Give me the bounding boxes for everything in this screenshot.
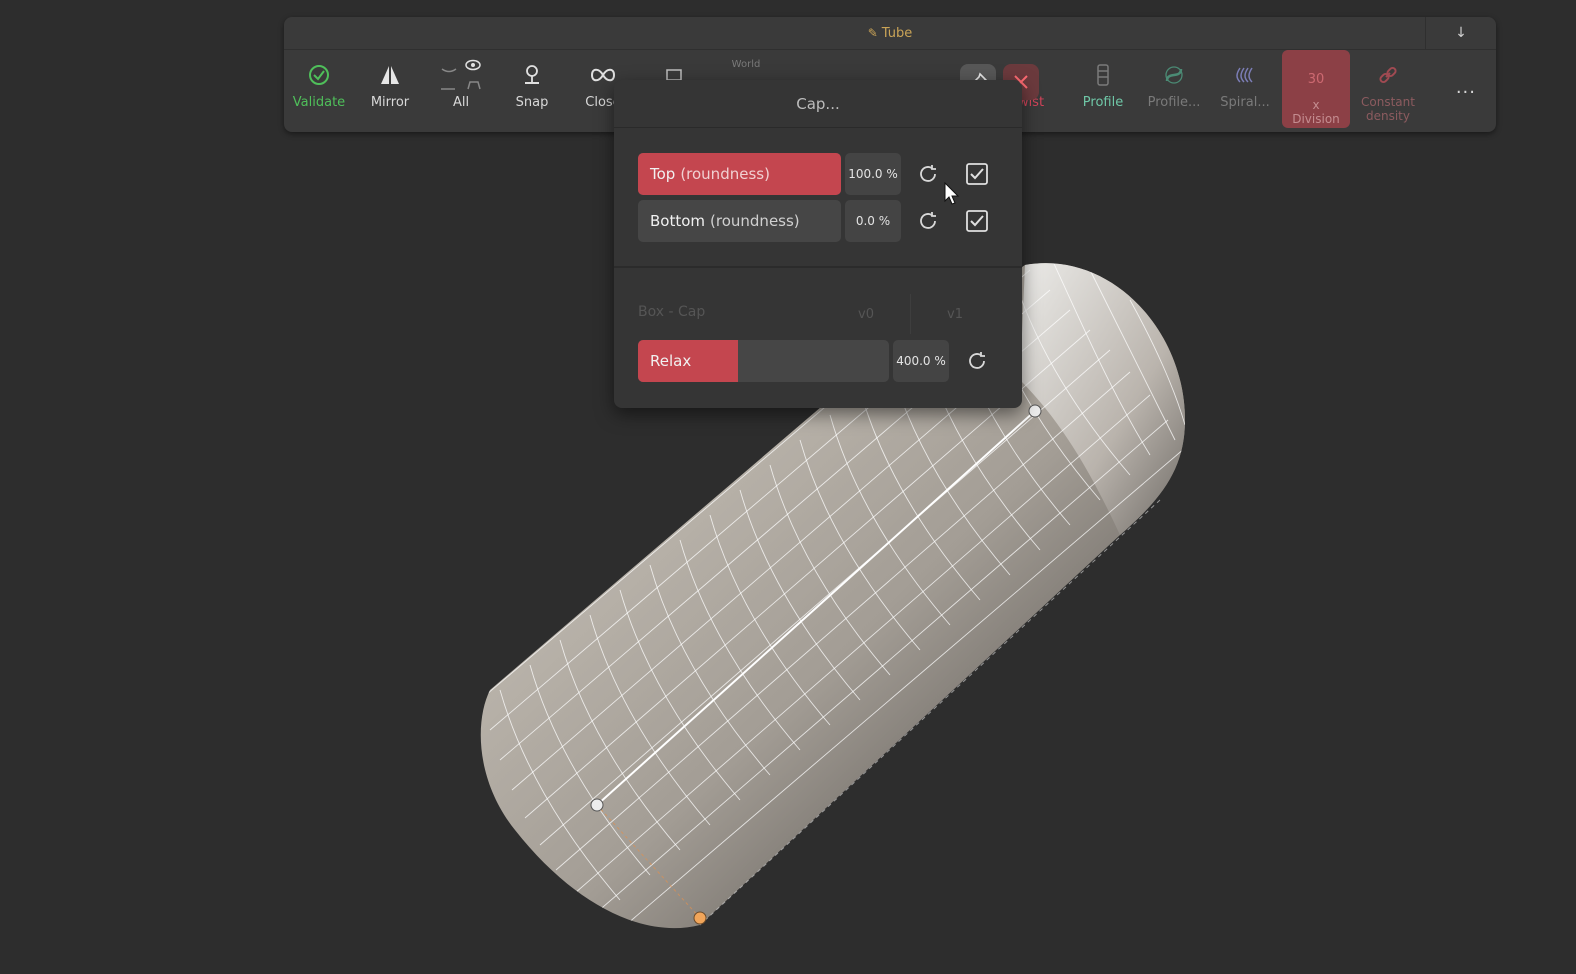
mirror-button[interactable]: Mirror xyxy=(358,55,422,137)
bottom-name: Bottom xyxy=(650,212,706,230)
box-cap-row: Box - Cap v0 v1 xyxy=(638,294,998,334)
division-value: 30 xyxy=(1307,72,1325,87)
constant-density-button[interactable]: Constant density xyxy=(1356,55,1420,137)
bottom-checkbox[interactable] xyxy=(965,209,989,233)
top-suffix: (roundness) xyxy=(680,165,770,183)
top-roundness-label: Top (roundness) xyxy=(650,153,770,195)
spline-point-end[interactable] xyxy=(1028,404,1042,418)
pencil-icon: ✎ xyxy=(867,26,878,40)
checkbox-checked-icon xyxy=(966,210,988,232)
mirror-icon xyxy=(378,55,402,95)
arrow-down-icon: ↓ xyxy=(1455,25,1467,41)
reset-icon xyxy=(969,352,985,369)
visibility-all-button[interactable]: All xyxy=(429,55,493,137)
box-cap-v0: v0 xyxy=(858,306,874,322)
all-label: All xyxy=(452,95,470,110)
profile-label: Profile xyxy=(1082,95,1124,110)
snap-label: Snap xyxy=(515,95,549,110)
division-button[interactable]: 30 x Division xyxy=(1282,50,1350,128)
box-cap-label: Box - Cap xyxy=(638,304,706,320)
more-options-button[interactable]: ... xyxy=(1456,77,1476,98)
mouse-cursor-icon xyxy=(944,181,960,210)
reset-icon xyxy=(920,165,936,182)
bottom-roundness-value[interactable]: 0.0 % xyxy=(845,200,901,242)
profile-icon xyxy=(1094,55,1112,95)
cap-popup: Cap... Top (roundness) 100.0 % Bottom (r… xyxy=(614,80,1022,408)
top-checkbox[interactable] xyxy=(965,162,989,186)
spline-point-start[interactable] xyxy=(590,798,604,812)
constant-density-label: Constant density xyxy=(1361,95,1415,123)
checkbox-checked-icon xyxy=(966,163,988,185)
box-cap-v1: v1 xyxy=(910,294,999,334)
bottom-reset-button[interactable] xyxy=(915,208,941,234)
spiral-icon xyxy=(1234,55,1256,95)
top-roundness-slider[interactable]: Top (roundness) xyxy=(638,153,841,195)
bottom-roundness-label: Bottom (roundness) xyxy=(650,200,800,242)
spiral-button[interactable]: Spiral... xyxy=(1213,55,1277,137)
spline-point-control[interactable] xyxy=(693,911,707,925)
snap-button[interactable]: Snap xyxy=(500,55,564,137)
section-divider xyxy=(614,266,1022,268)
eye-icon xyxy=(435,55,487,95)
popup-title: Cap... xyxy=(614,80,1022,128)
reset-icon xyxy=(920,212,936,229)
profile-shape-label: Profile... xyxy=(1147,95,1201,110)
check-circle-icon xyxy=(308,55,330,95)
bottom-roundness-slider[interactable]: Bottom (roundness) xyxy=(638,200,841,242)
mirror-label: Mirror xyxy=(370,95,410,110)
bottom-suffix: (roundness) xyxy=(710,212,800,230)
relax-slider[interactable]: Relax xyxy=(638,340,889,382)
relax-label: Relax xyxy=(650,352,692,370)
validate-label: Validate xyxy=(292,95,346,110)
top-roundness-value[interactable]: 100.0 % xyxy=(845,153,901,195)
world-label: World xyxy=(731,59,761,70)
top-name: Top xyxy=(650,165,676,183)
profile-button[interactable]: Profile xyxy=(1071,55,1135,137)
infinity-icon xyxy=(589,55,617,95)
toolbar-title-text: Tube xyxy=(881,25,913,41)
profile-shape-icon xyxy=(1162,55,1186,95)
toolbar-title: ✎ Tube xyxy=(284,17,1496,50)
relax-reset-button[interactable] xyxy=(964,348,990,374)
spiral-label: Spiral... xyxy=(1220,95,1270,110)
link-icon xyxy=(1377,55,1399,95)
profile-shape-button[interactable]: Profile... xyxy=(1142,55,1206,137)
snap-icon xyxy=(521,55,543,95)
validate-button[interactable]: Validate xyxy=(287,55,351,137)
collapse-button[interactable]: ↓ xyxy=(1425,17,1496,49)
relax-value[interactable]: 400.0 % xyxy=(893,340,949,382)
division-label: x Division xyxy=(1292,98,1340,126)
top-reset-button[interactable] xyxy=(915,161,941,187)
